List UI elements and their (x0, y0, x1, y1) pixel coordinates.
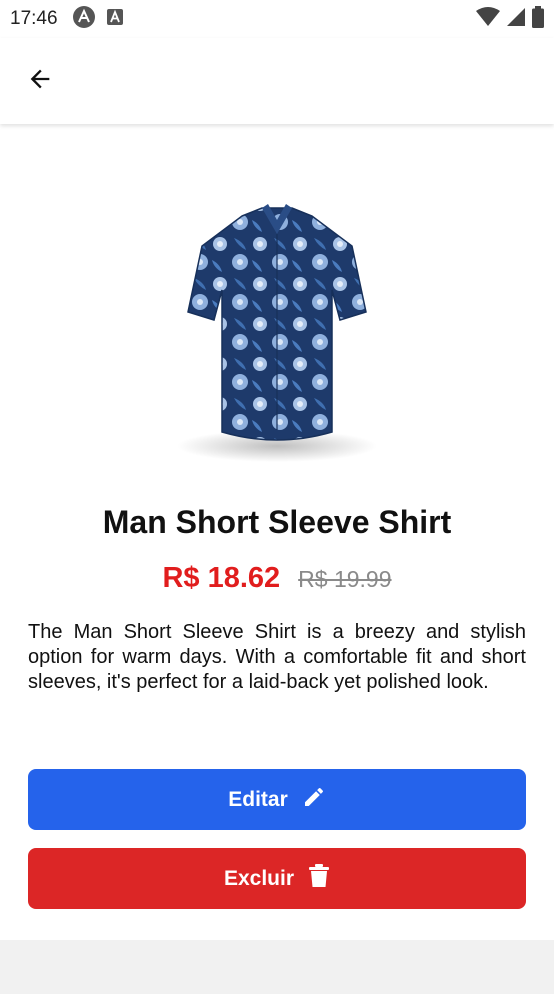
price-row: R$ 18.62 R$ 19.99 (0, 562, 554, 595)
product-detail: Man Short Sleeve Shirt R$ 18.62 R$ 19.99… (0, 124, 554, 940)
shirt-image (170, 194, 384, 464)
product-title: Man Short Sleeve Shirt (102, 504, 452, 540)
arrow-left-icon (26, 65, 54, 98)
delete-button[interactable]: Excluir (28, 848, 526, 909)
edit-button-label: Editar (228, 787, 288, 811)
back-button[interactable] (12, 53, 68, 109)
wifi-icon (476, 6, 500, 32)
status-time: 17:46 (10, 8, 58, 29)
text-a-icon (106, 8, 124, 31)
signal-icon (506, 7, 526, 32)
bottom-area (0, 940, 554, 994)
current-price: R$ 18.62 (162, 562, 281, 594)
app-bar (0, 38, 554, 124)
battery-icon (532, 5, 544, 33)
status-bar: 17:46 (0, 0, 554, 38)
trash-icon (308, 863, 330, 894)
edit-button[interactable]: Editar (28, 769, 526, 830)
product-description: The Man Short Sleeve Shirt is a breezy a… (28, 621, 526, 693)
pencil-icon (302, 785, 326, 815)
original-price: R$ 19.99 (298, 566, 392, 592)
react-native-icon (72, 5, 96, 34)
delete-button-label: Excluir (223, 866, 295, 890)
